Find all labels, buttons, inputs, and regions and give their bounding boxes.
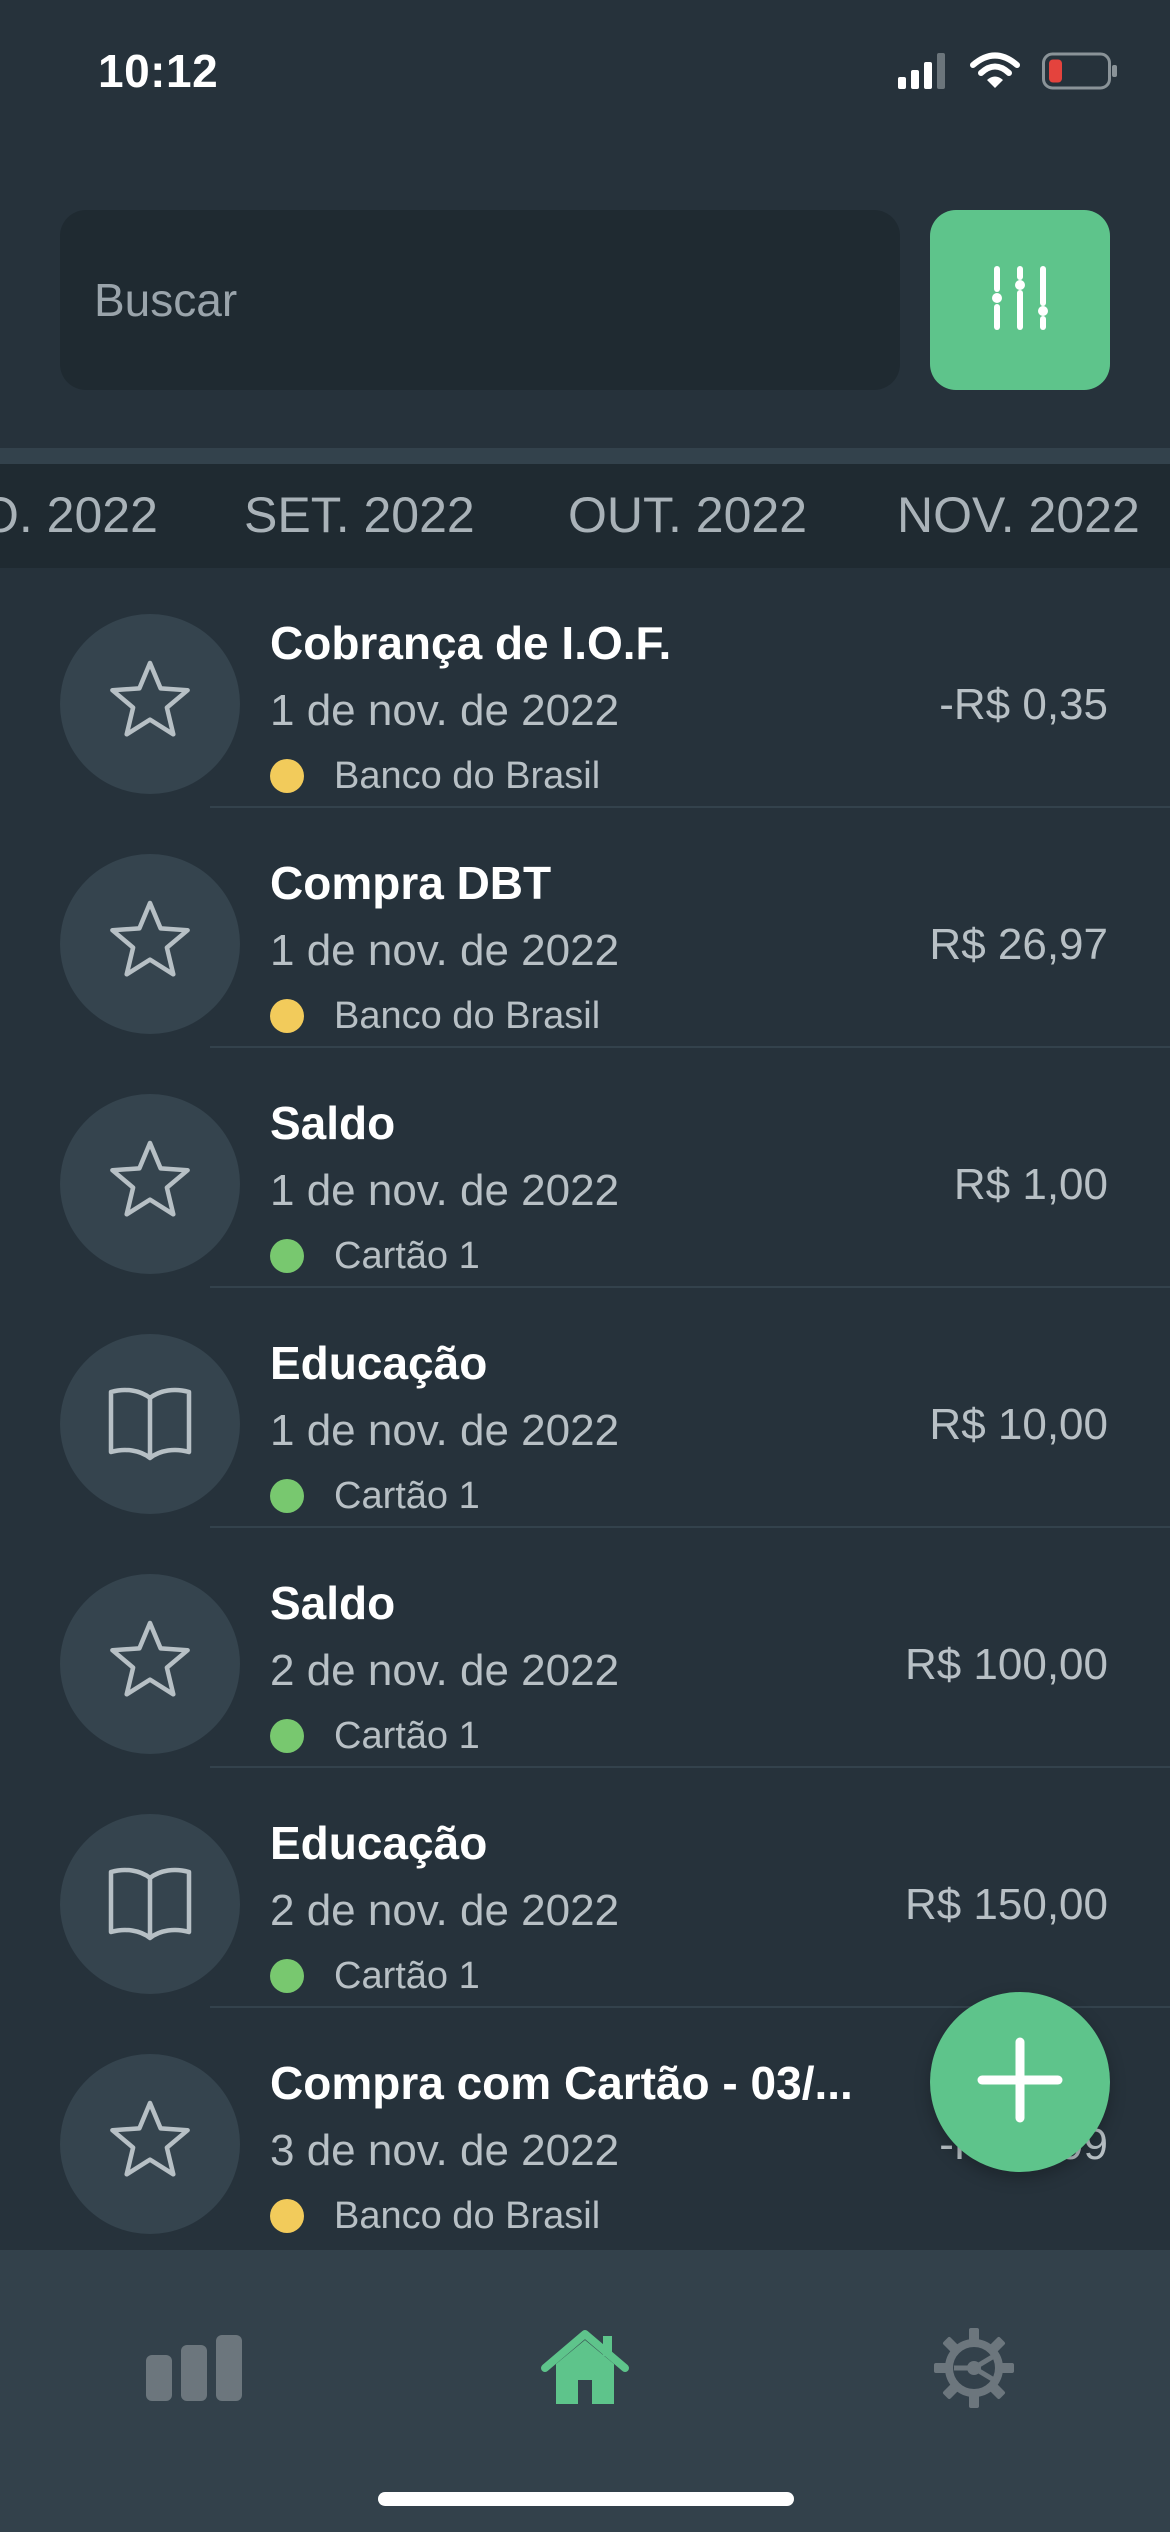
transaction-account: Banco do Brasil xyxy=(270,754,601,797)
category-avatar xyxy=(60,1334,240,1514)
transaction-row[interactable]: Compra DBT 1 de nov. de 2022 Banco do Br… xyxy=(0,808,1170,1048)
account-label: Cartão 1 xyxy=(334,1474,480,1517)
transaction-amount: R$ 26,97 xyxy=(929,920,1108,969)
account-color-dot xyxy=(270,1959,304,1993)
account-label: Cartão 1 xyxy=(334,1714,480,1757)
home-icon xyxy=(540,2328,630,2413)
star-icon xyxy=(105,1137,195,1232)
transaction-account: Cartão 1 xyxy=(270,1474,480,1517)
status-bar: 10:12 xyxy=(0,0,1170,150)
month-tab-nov[interactable]: NOV. 2022 xyxy=(897,486,1140,544)
category-avatar xyxy=(60,1094,240,1274)
account-color-dot xyxy=(270,1479,304,1513)
search-field[interactable] xyxy=(60,210,900,390)
transaction-account: Cartão 1 xyxy=(270,1234,480,1277)
month-tab-sep[interactable]: SET. 2022 xyxy=(244,486,475,544)
bar-chart-icon xyxy=(144,2333,244,2408)
sliders-icon xyxy=(985,263,1055,338)
account-label: Banco do Brasil xyxy=(334,2194,601,2237)
category-avatar xyxy=(60,1814,240,1994)
tab-bar xyxy=(0,2250,1170,2532)
category-avatar xyxy=(60,614,240,794)
account-label: Banco do Brasil xyxy=(334,754,601,797)
month-tab-oct[interactable]: OUT. 2022 xyxy=(568,486,807,544)
transaction-row[interactable]: Cobrança de I.O.F. 1 de nov. de 2022 Ban… xyxy=(0,568,1170,808)
transaction-title: Saldo xyxy=(270,1097,396,1149)
category-avatar xyxy=(60,1574,240,1754)
account-color-dot xyxy=(270,1719,304,1753)
transaction-title: Educação xyxy=(270,1817,488,1869)
home-indicator[interactable] xyxy=(378,2492,794,2506)
book-icon xyxy=(105,1862,195,1947)
month-bar-divider xyxy=(0,448,1170,464)
account-label: Cartão 1 xyxy=(334,1234,480,1277)
add-transaction-button[interactable] xyxy=(930,1992,1110,2172)
transaction-title: Cobrança de I.O.F. xyxy=(270,617,672,669)
tab-stats[interactable] xyxy=(124,2300,264,2440)
transaction-date: 3 de nov. de 2022 xyxy=(270,2126,620,2175)
category-avatar xyxy=(60,854,240,1034)
transaction-row[interactable]: Educação 2 de nov. de 2022 Cartão 1 R$ 1… xyxy=(0,1768,1170,2008)
transaction-account: Cartão 1 xyxy=(270,1954,480,1997)
transaction-date: 1 de nov. de 2022 xyxy=(270,686,620,735)
tab-home[interactable] xyxy=(515,2300,655,2440)
account-color-dot xyxy=(270,999,304,1033)
transaction-row[interactable]: Educação 1 de nov. de 2022 Cartão 1 R$ 1… xyxy=(0,1288,1170,1528)
star-icon xyxy=(105,1617,195,1712)
transaction-amount: -R$ 0,35 xyxy=(939,680,1108,729)
transaction-account: Cartão 1 xyxy=(270,1714,480,1757)
transaction-amount: R$ 1,00 xyxy=(953,1160,1108,1209)
account-color-dot xyxy=(270,1239,304,1273)
account-label: Cartão 1 xyxy=(334,1954,480,1997)
category-avatar xyxy=(60,2054,240,2234)
account-label: Banco do Brasil xyxy=(334,994,601,1037)
transaction-date: 2 de nov. de 2022 xyxy=(270,1646,620,1695)
transaction-title: Educação xyxy=(270,1337,488,1389)
plus-icon xyxy=(972,2032,1068,2133)
transaction-date: 1 de nov. de 2022 xyxy=(270,926,620,975)
wifi-icon xyxy=(970,52,1020,95)
month-selector[interactable]: O. 2022 SET. 2022 OUT. 2022 NOV. 2022 xyxy=(0,464,1170,568)
transaction-row[interactable]: Saldo 2 de nov. de 2022 Cartão 1 R$ 100,… xyxy=(0,1528,1170,1768)
tab-settings[interactable] xyxy=(904,2300,1044,2440)
transaction-date: 2 de nov. de 2022 xyxy=(270,1886,620,1935)
transaction-date: 1 de nov. de 2022 xyxy=(270,1406,620,1455)
transaction-row[interactable]: Saldo 1 de nov. de 2022 Cartão 1 R$ 1,00 xyxy=(0,1048,1170,1288)
transaction-amount: R$ 10,00 xyxy=(929,1400,1108,1449)
transaction-amount: R$ 150,00 xyxy=(904,1880,1108,1929)
star-icon xyxy=(105,2097,195,2192)
transaction-title: Compra com Cartão - 03/... xyxy=(270,2057,853,2109)
month-tab-aug[interactable]: O. 2022 xyxy=(0,486,158,544)
book-icon xyxy=(105,1382,195,1467)
filter-button[interactable] xyxy=(930,210,1110,390)
transaction-account: Banco do Brasil xyxy=(270,994,601,1037)
search-input[interactable] xyxy=(92,272,856,328)
search-row xyxy=(60,210,1110,390)
star-icon xyxy=(105,657,195,752)
transaction-date: 1 de nov. de 2022 xyxy=(270,1166,620,1215)
star-icon xyxy=(105,897,195,992)
gear-icon xyxy=(932,2326,1016,2415)
status-icons xyxy=(898,50,1118,96)
battery-low-icon xyxy=(1042,52,1118,95)
transaction-amount: R$ 100,00 xyxy=(904,1640,1108,1689)
status-time: 10:12 xyxy=(98,45,219,97)
account-color-dot xyxy=(270,759,304,793)
transaction-account: Banco do Brasil xyxy=(270,2194,601,2237)
cellular-signal-icon xyxy=(898,52,948,94)
transaction-title: Compra DBT xyxy=(270,857,552,909)
transaction-title: Saldo xyxy=(270,1577,396,1629)
account-color-dot xyxy=(270,2199,304,2233)
